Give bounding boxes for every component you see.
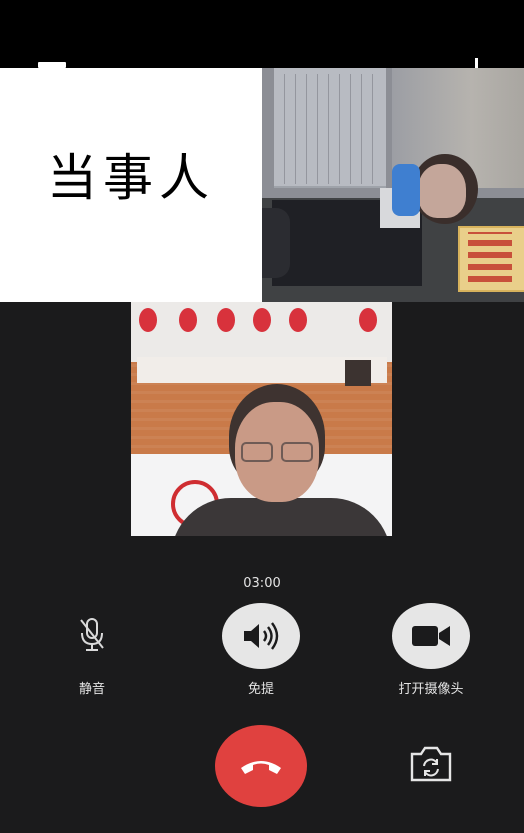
local-video-body [171,498,391,536]
local-video-glasses [281,442,313,462]
local-video-logo [345,360,371,386]
lantern-decoration [359,308,377,332]
lantern-decoration [139,308,157,332]
lantern-decoration [217,308,235,332]
speaker-button[interactable] [222,603,300,669]
open-camera-button[interactable] [392,603,470,669]
remote-video-text-lines [274,74,374,184]
remote-video-mask [392,164,420,216]
lantern-decoration [289,308,307,332]
remote-video-arm [262,208,290,278]
mute-button[interactable] [60,603,124,667]
lantern-decoration [179,308,197,332]
local-video[interactable] [131,302,392,536]
speaker-label: 免提 [247,682,274,697]
party-label-panel: 当事人 [0,68,262,302]
mute-label: 静音 [78,682,105,697]
lantern-decoration [253,308,271,332]
status-bar-cover [4,4,520,54]
remote-video-face [418,164,466,218]
remote-video-sign-text [468,232,512,282]
open-camera-label: 打开摄像头 [398,682,464,697]
phone-hangup-icon [241,761,281,774]
call-timer: 03:00 [243,576,281,591]
video-camera-icon [412,626,450,646]
camera-switch-icon [410,746,452,782]
switch-camera-button[interactable] [404,742,458,786]
remote-video[interactable] [262,68,524,302]
party-label: 当事人 [47,149,215,207]
microphone-icon [80,618,104,651]
speaker-icon [244,622,279,650]
local-video-glasses [241,442,273,462]
hang-up-button[interactable] [215,725,307,807]
